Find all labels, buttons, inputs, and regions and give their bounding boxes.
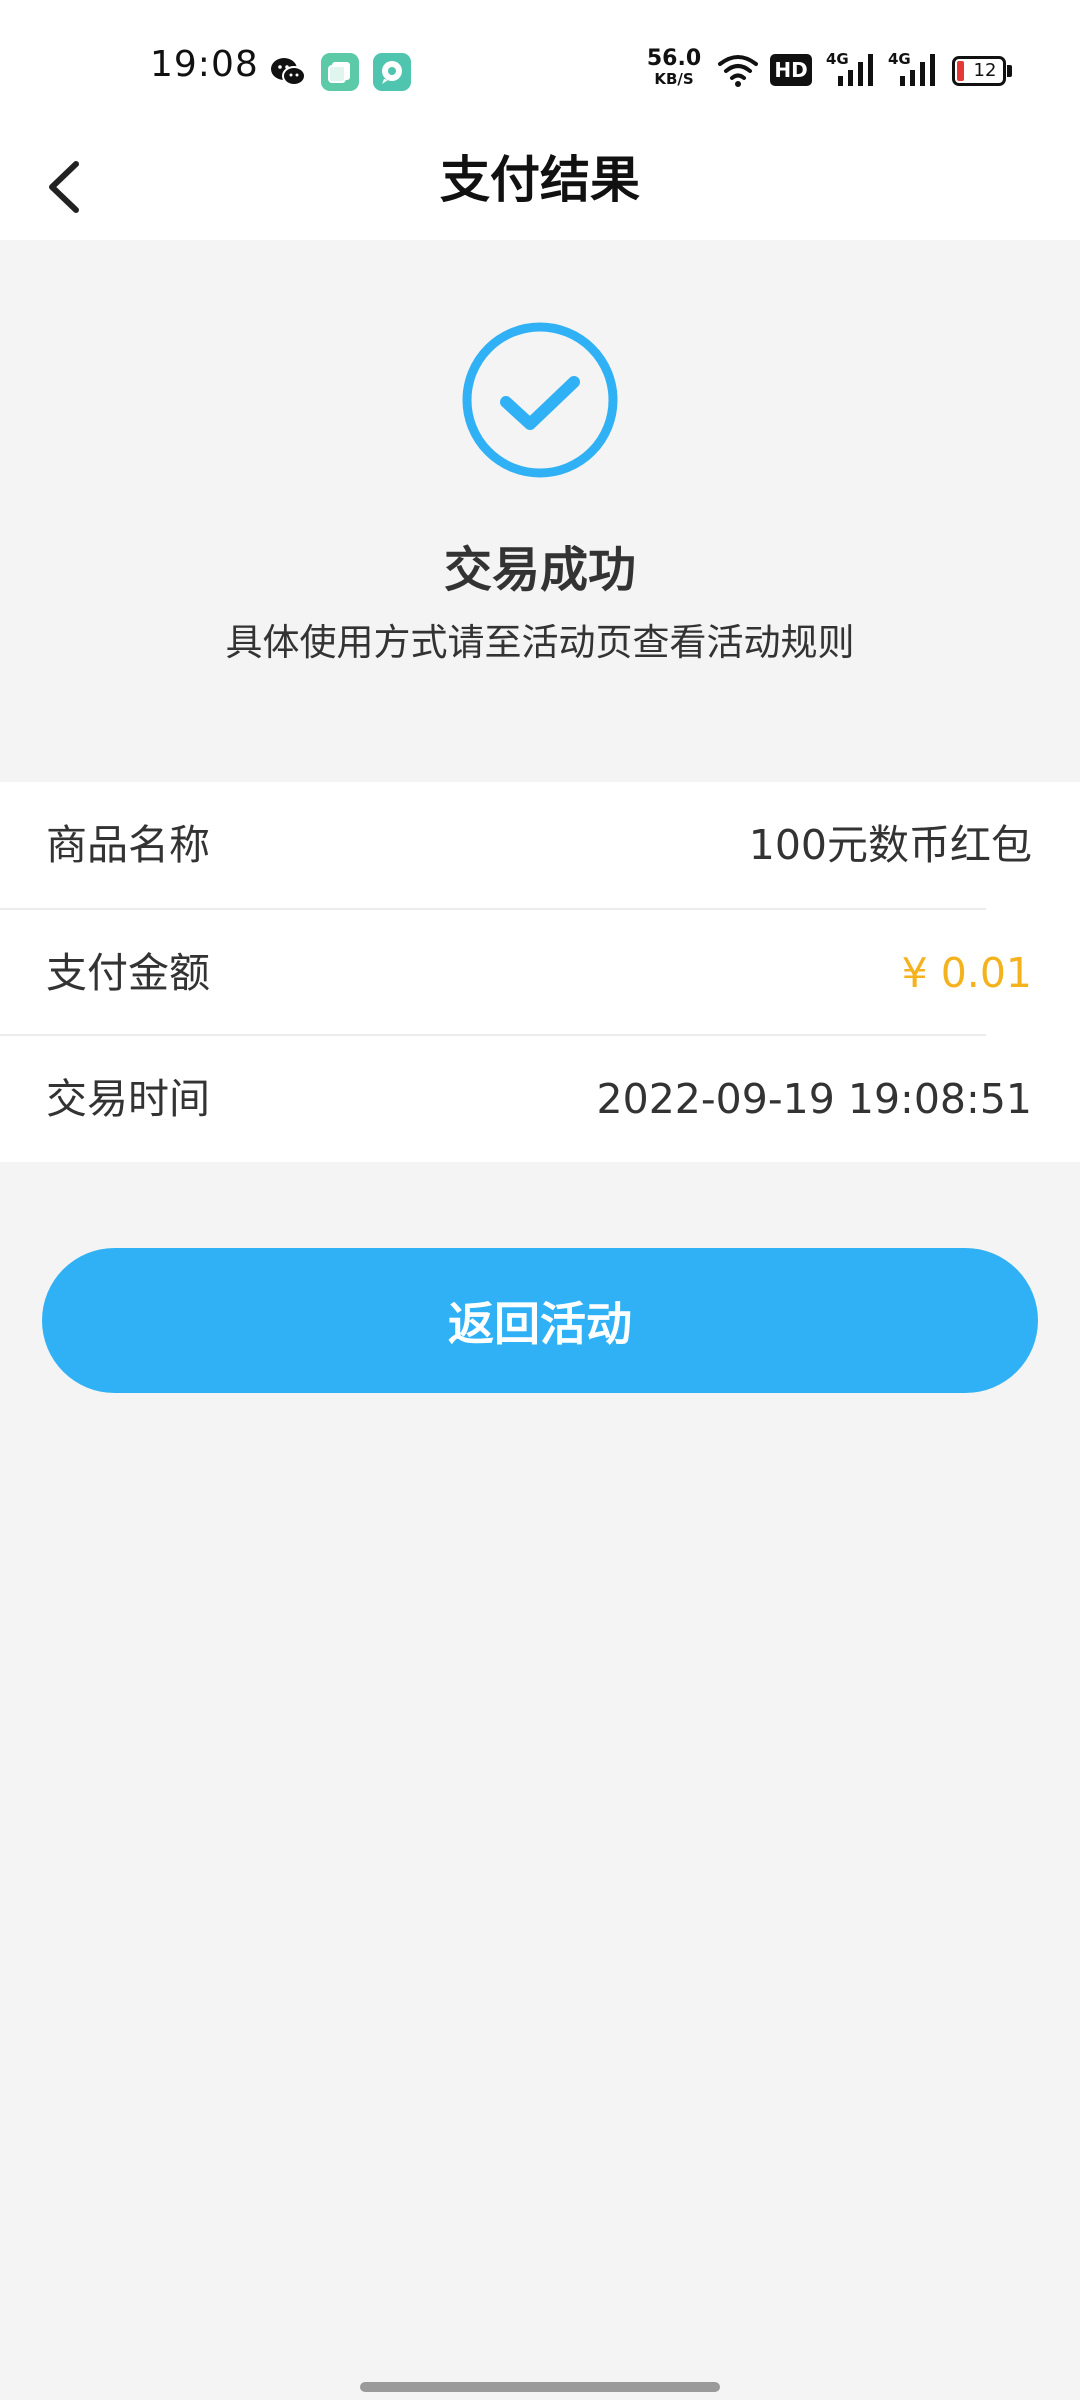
status-time: 19:08 bbox=[150, 44, 259, 85]
battery-level: 12 bbox=[973, 60, 997, 81]
order-details-card: 商品名称 100元数币红包 支付金额 ¥ 0.01 交易时间 2022-09-1… bbox=[0, 782, 1080, 1162]
product-name-label: 商品名称 bbox=[46, 821, 210, 869]
home-indicator[interactable] bbox=[360, 2382, 720, 2392]
return-to-activity-button[interactable]: 返回活动 bbox=[42, 1248, 1038, 1393]
product-name-value: 100元数币红包 bbox=[748, 821, 1032, 869]
transaction-time-row: 交易时间 2022-09-19 19:08:51 bbox=[46, 1036, 1032, 1162]
nav-bar: 支付结果 bbox=[0, 130, 1080, 240]
status-bar: 19:08 56.0 KB/S HD 4G 4G 12 bbox=[0, 0, 1080, 130]
battery-icon: 12 bbox=[952, 56, 1012, 86]
result-title: 交易成功 bbox=[443, 542, 636, 598]
result-subtitle: 具体使用方式请至活动页查看活动规则 bbox=[225, 621, 855, 664]
signal-4g-icon: 4G bbox=[888, 48, 942, 92]
payment-amount-label: 支付金额 bbox=[46, 949, 210, 997]
net-speed: 56.0 KB/S bbox=[646, 48, 702, 92]
transaction-time-value: 2022-09-19 19:08:51 bbox=[596, 1075, 1032, 1123]
back-arrow-icon[interactable] bbox=[40, 150, 90, 220]
page-title: 支付结果 bbox=[440, 151, 640, 209]
transaction-time-label: 交易时间 bbox=[46, 1075, 210, 1123]
success-check-icon bbox=[462, 322, 618, 478]
net-speed-unit: KB/S bbox=[654, 70, 694, 88]
payment-amount-row: 支付金额 ¥ 0.01 bbox=[46, 910, 1032, 1036]
wechat-icon bbox=[271, 58, 306, 86]
app-chat-icon bbox=[373, 53, 411, 91]
hd-icon: HD bbox=[770, 54, 812, 86]
payment-amount-value: ¥ 0.01 bbox=[901, 949, 1032, 997]
wifi-icon bbox=[718, 55, 758, 87]
app-green-icon bbox=[321, 53, 359, 91]
signal-4g-icon: 4G bbox=[826, 48, 880, 92]
product-name-row: 商品名称 100元数币红包 bbox=[46, 782, 1032, 908]
net-speed-value: 56.0 bbox=[646, 46, 702, 71]
result-section: 交易成功 具体使用方式请至活动页查看活动规则 bbox=[0, 240, 1080, 782]
